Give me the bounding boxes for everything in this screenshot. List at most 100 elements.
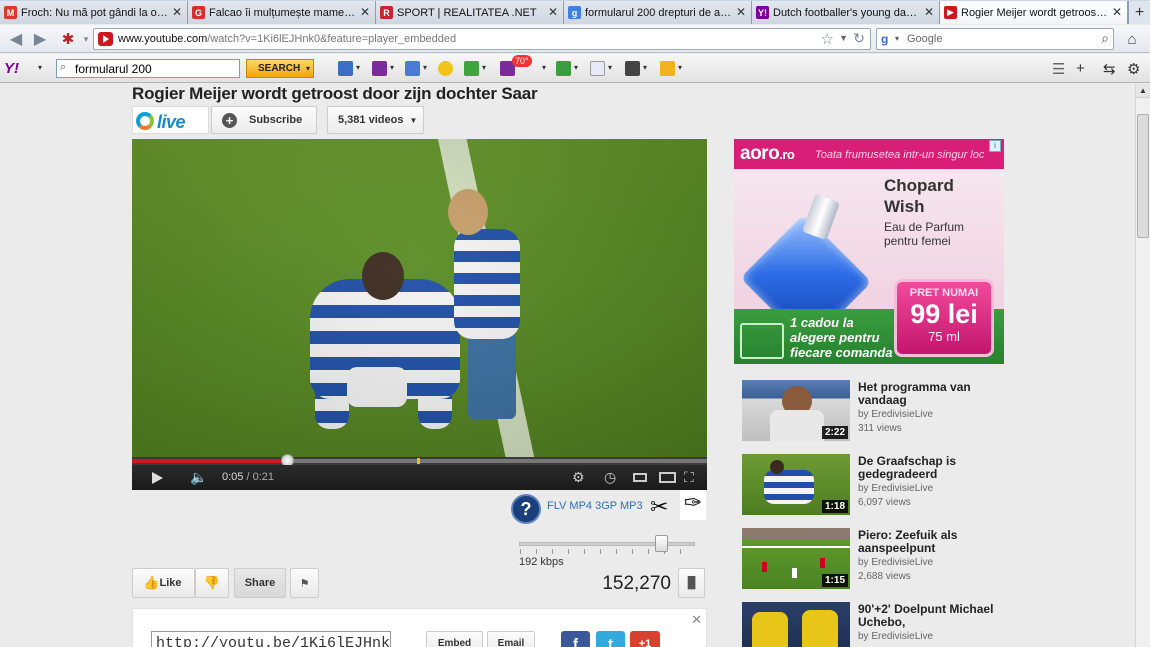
play-icon[interactable] [152,472,163,484]
video-progress-bar[interactable] [132,454,707,467]
related-video-item[interactable]: 90'+2' Doelpunt Michael Uchebo, by Eredi… [742,602,1002,647]
facebook-icon[interactable]: f [561,631,590,647]
channel-logo[interactable]: live [132,106,209,134]
mail-icon[interactable] [338,61,353,76]
chevron-down-icon[interactable]: ▾ [542,63,546,72]
yahoo-search-input[interactable]: ⌕ formularul 200 [56,59,240,78]
video-player[interactable]: 🔈 0:05 / 0:21 ⚙ ◷ ⛶ [132,139,707,490]
browser-tab-active[interactable]: ▶ Rogier Meijer wordt getroost do... ✕ [940,1,1128,24]
related-video-channel[interactable]: by EredivisieLive [858,557,933,568]
addon-bug-icon[interactable]: ✱ [58,29,78,49]
share-button[interactable]: Share [234,568,286,598]
stats-button[interactable]: ▐▌ [678,568,705,598]
browser-tab[interactable]: Y! Dutch footballer's young daught... ✕ [752,1,940,24]
add-icon[interactable]: + [1076,60,1085,77]
chevron-down-icon[interactable]: ▾ [643,63,647,72]
search-engine-box[interactable]: g ▾ Google ⌕ [876,28,1114,50]
search-icon[interactable]: ⌕ [1101,30,1109,47]
flag-button[interactable]: ⚑ [290,568,319,598]
adchoices-icon[interactable]: i [989,140,1001,152]
related-video-channel[interactable]: by EredivisieLive [858,631,933,642]
close-tab-icon[interactable]: ✕ [1112,5,1122,19]
related-video-channel[interactable]: by EredivisieLive [858,483,933,494]
bitrate-slider[interactable] [519,535,696,554]
chevron-down-icon[interactable]: ▾ [608,63,612,72]
close-icon[interactable]: ✕ [691,612,702,628]
gear-icon[interactable]: ⚙ [572,469,585,486]
gear-icon[interactable]: ⚙ [1127,60,1140,78]
chevron-down-icon[interactable]: ▾ [306,64,310,73]
short-url-field[interactable]: http://youtu.be/1Ki6lEJHnk0 [151,631,391,647]
close-tab-icon[interactable]: ✕ [924,5,934,19]
embed-button[interactable]: Embed [426,631,483,647]
bookmark-star-icon[interactable]: ☆ [821,30,834,48]
related-video-thumbnail[interactable] [742,602,850,647]
address-bar[interactable]: www.youtube.com/watch?v=1Ki6lEJHnk0&feat… [93,28,871,50]
games-icon[interactable] [464,61,479,76]
chevron-down-icon[interactable]: ▾ [895,34,899,43]
list-icon[interactable]: ☰ [1052,60,1065,78]
reload-icon[interactable]: ↻ [853,30,865,47]
volume-icon[interactable]: 🔈 [190,469,207,486]
chevron-down-icon[interactable]: ▾ [574,63,578,72]
chevron-down-icon[interactable]: ▾ [390,63,394,72]
large-player-icon[interactable] [659,472,676,483]
twitter-icon[interactable]: t [596,631,625,647]
chevron-down-icon[interactable]: ▾ [482,63,486,72]
close-tab-icon[interactable]: ✕ [736,5,746,19]
close-tab-icon[interactable]: ✕ [360,5,370,19]
chevron-down-icon[interactable]: ▾ [38,63,42,72]
browser-tab[interactable]: G Falcao îi mulțumește mamei sale:... ✕ [188,1,376,24]
related-video-item[interactable]: 2:22 Het programma van vandaag by Erediv… [742,380,1002,442]
answers-icon[interactable] [660,61,675,76]
download-format-links[interactable]: FLV MP4 3GP MP3 [547,500,643,512]
email-button[interactable]: Email [487,631,535,647]
page-scrollbar[interactable]: ▲ [1135,84,1150,647]
arrows-icon[interactable]: ⇆ [1103,60,1116,78]
small-player-icon[interactable] [633,473,647,482]
watch-later-icon[interactable]: ◷ [604,469,616,486]
subscribe-button[interactable]: + Subscribe [211,106,317,134]
finance-icon[interactable] [556,61,571,76]
bookmarks-icon[interactable] [405,61,420,76]
notes-icon[interactable] [625,61,640,76]
yahoo-search-button[interactable]: SEARCH ▾ [246,59,314,78]
scroll-up-icon[interactable]: ▲ [1136,84,1150,98]
video-frame[interactable] [132,139,707,457]
dislike-button[interactable]: 👎 [195,568,229,598]
chevron-down-icon[interactable]: ▾ [423,63,427,72]
scissors-icon[interactable]: ✂ [650,494,668,520]
related-video-thumbnail[interactable]: 2:22 [742,380,850,441]
scrollbar-thumb[interactable] [1137,114,1149,238]
yahoo-logo[interactable]: Y! [4,60,19,77]
google-plus-icon[interactable]: +1 [630,631,660,647]
advertisement[interactable]: aoro.ro Toata frumusetea intr-un singur … [734,139,1004,364]
home-icon[interactable]: ⌂ [1120,28,1144,50]
related-video-title[interactable]: De Graafschap is gedegradeerd [858,455,998,481]
chevron-down-icon[interactable]: ▾ [678,63,682,72]
related-video-item[interactable]: 1:15 Piero: Zeefuik als aanspeelpunt by … [742,528,1002,590]
related-video-thumbnail[interactable]: 1:18 [742,454,850,515]
new-tab-button[interactable]: + [1128,1,1150,24]
like-button[interactable]: 👍 Like [132,568,195,598]
browser-tab[interactable]: g formularul 200 drepturi de autor... ✕ [564,1,752,24]
channel-videos-button[interactable]: 5,381 videos ▼ [327,106,424,134]
history-dropdown-icon[interactable]: ▼ [839,33,848,43]
related-video-title[interactable]: Piero: Zeefuik als aanspeelpunt [858,529,998,555]
forward-arrow-icon[interactable]: ▶ [30,29,50,49]
browser-tab[interactable]: R SPORT | REALITATEA .NET ✕ [376,1,564,24]
chevron-down-icon[interactable]: ▾ [356,63,360,72]
related-video-title[interactable]: 90'+2' Doelpunt Michael Uchebo, [858,603,998,629]
slider-thumb[interactable] [654,535,668,552]
close-tab-icon[interactable]: ✕ [172,5,182,19]
flickr-icon[interactable] [590,61,605,76]
pin-icon[interactable]: ✑ [680,490,706,520]
close-tab-icon[interactable]: ✕ [548,5,558,19]
fullscreen-icon[interactable]: ⛶ [684,469,694,486]
related-video-title[interactable]: Het programma van vandaag [858,381,998,407]
messenger-icon[interactable] [438,61,453,76]
related-video-channel[interactable]: by EredivisieLive [858,409,933,420]
related-video-item[interactable]: 1:18 De Graafschap is gedegradeerd by Er… [742,454,1002,516]
back-arrow-icon[interactable]: ◀ [6,29,26,49]
help-icon[interactable]: ? [511,494,541,524]
